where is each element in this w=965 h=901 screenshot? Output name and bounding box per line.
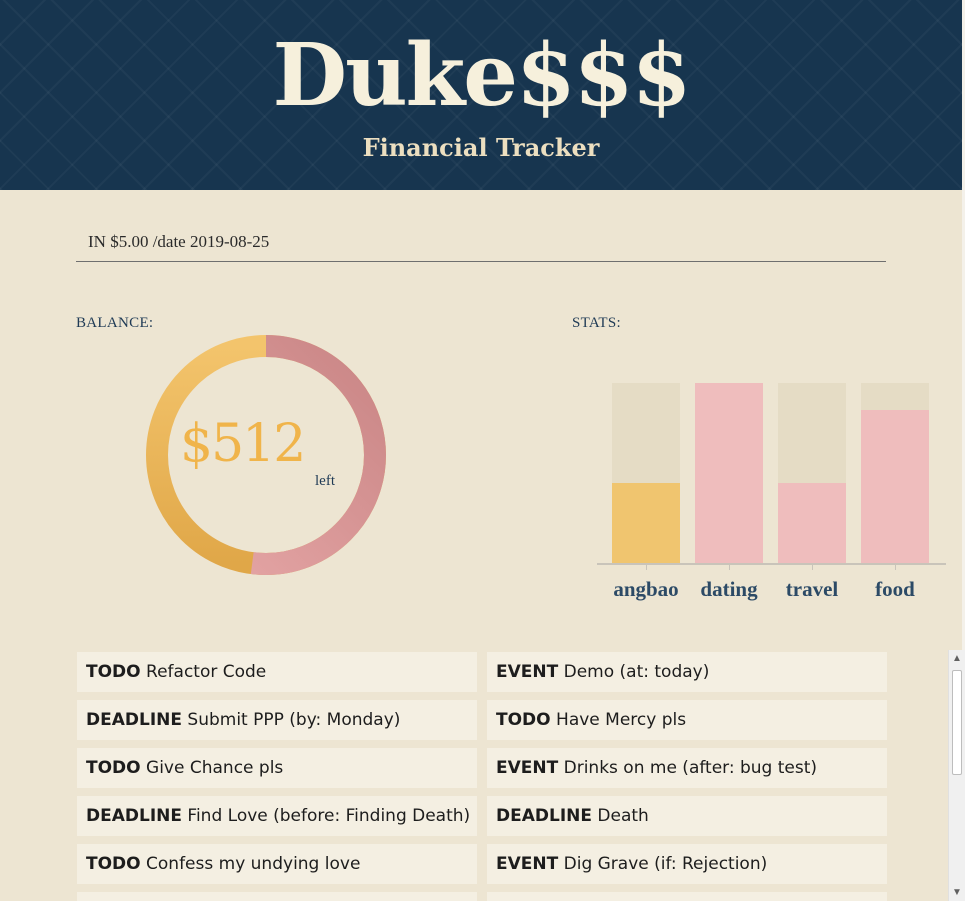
- x-tick: [646, 563, 647, 570]
- task-card[interactable]: EVENT Demo (at: today): [487, 652, 887, 692]
- task-desc: Have Mercy pls: [556, 710, 687, 730]
- task-card[interactable]: [77, 892, 477, 901]
- scroll-down-arrow-icon[interactable]: ▼: [949, 884, 965, 901]
- task-desc: Dig Grave (if: Rejection): [563, 854, 768, 874]
- task-desc: Submit PPP (by: Monday): [187, 710, 401, 730]
- bar-track-dating: [695, 383, 763, 564]
- task-type: DEADLINE: [496, 806, 592, 826]
- app-header: Duke$$$ Financial Tracker: [0, 0, 962, 190]
- task-list-scrollbar[interactable]: ▲ ▼: [948, 650, 965, 901]
- task-type: TODO: [86, 758, 141, 778]
- task-type: EVENT: [496, 854, 559, 874]
- bar-label-food: food: [875, 577, 915, 601]
- balance-amount: $512: [180, 414, 306, 474]
- x-tick: [895, 563, 896, 570]
- task-type: TODO: [86, 854, 141, 874]
- task-card[interactable]: EVENT Drinks on me (after: bug test): [487, 748, 887, 788]
- task-desc: Give Chance pls: [146, 758, 284, 778]
- task-type: DEADLINE: [86, 710, 182, 730]
- task-type: TODO: [86, 662, 141, 682]
- task-type: DEADLINE: [86, 806, 182, 826]
- task-card[interactable]: DEADLINE Submit PPP (by: Monday): [77, 700, 477, 740]
- task-type: EVENT: [496, 662, 559, 682]
- bar-track-angbao: [612, 383, 680, 564]
- bar-track-travel: [778, 383, 846, 564]
- task-desc: Death: [597, 806, 649, 826]
- task-card[interactable]: DEADLINE Death: [487, 796, 887, 836]
- task-card[interactable]: [487, 892, 887, 901]
- task-card[interactable]: TODO Give Chance pls: [77, 748, 477, 788]
- task-type: EVENT: [496, 758, 559, 778]
- task-list: TODO Refactor Code EVENT Demo (at: today…: [76, 648, 948, 901]
- task-card[interactable]: DEADLINE Find Love (before: Finding Deat…: [77, 796, 477, 836]
- stats-label: STATS:: [572, 315, 621, 331]
- task-desc: Confess my undying love: [146, 854, 361, 874]
- bar-travel: [778, 482, 846, 564]
- scroll-thumb[interactable]: [952, 670, 962, 775]
- task-desc: Drinks on me (after: bug test): [563, 758, 818, 778]
- command-input[interactable]: [76, 224, 886, 260]
- x-tick: [812, 563, 813, 570]
- bar-track-food: [861, 383, 929, 564]
- x-tick: [729, 563, 730, 570]
- command-box: [76, 224, 886, 262]
- app-title: Duke$$$: [272, 25, 692, 126]
- scroll-up-arrow-icon[interactable]: ▲: [949, 650, 965, 667]
- balance-left-text: left: [315, 473, 335, 489]
- task-desc: Demo (at: today): [563, 662, 710, 682]
- task-card[interactable]: TODO Refactor Code: [77, 652, 477, 692]
- task-card[interactable]: EVENT Dig Grave (if: Rejection): [487, 844, 887, 884]
- task-desc: Refactor Code: [146, 662, 267, 682]
- task-card[interactable]: TODO Have Mercy pls: [487, 700, 887, 740]
- bar-angbao: [612, 482, 680, 564]
- bar-food: [861, 410, 929, 564]
- app-subtitle: Financial Tracker: [362, 133, 600, 162]
- task-card[interactable]: TODO Confess my undying love: [77, 844, 477, 884]
- task-type: TODO: [496, 710, 551, 730]
- balance-label: BALANCE:: [76, 315, 154, 331]
- bar-dating: [695, 383, 763, 564]
- task-desc: Find Love (before: Finding Death): [187, 806, 471, 826]
- chart-x-axis: [597, 563, 946, 565]
